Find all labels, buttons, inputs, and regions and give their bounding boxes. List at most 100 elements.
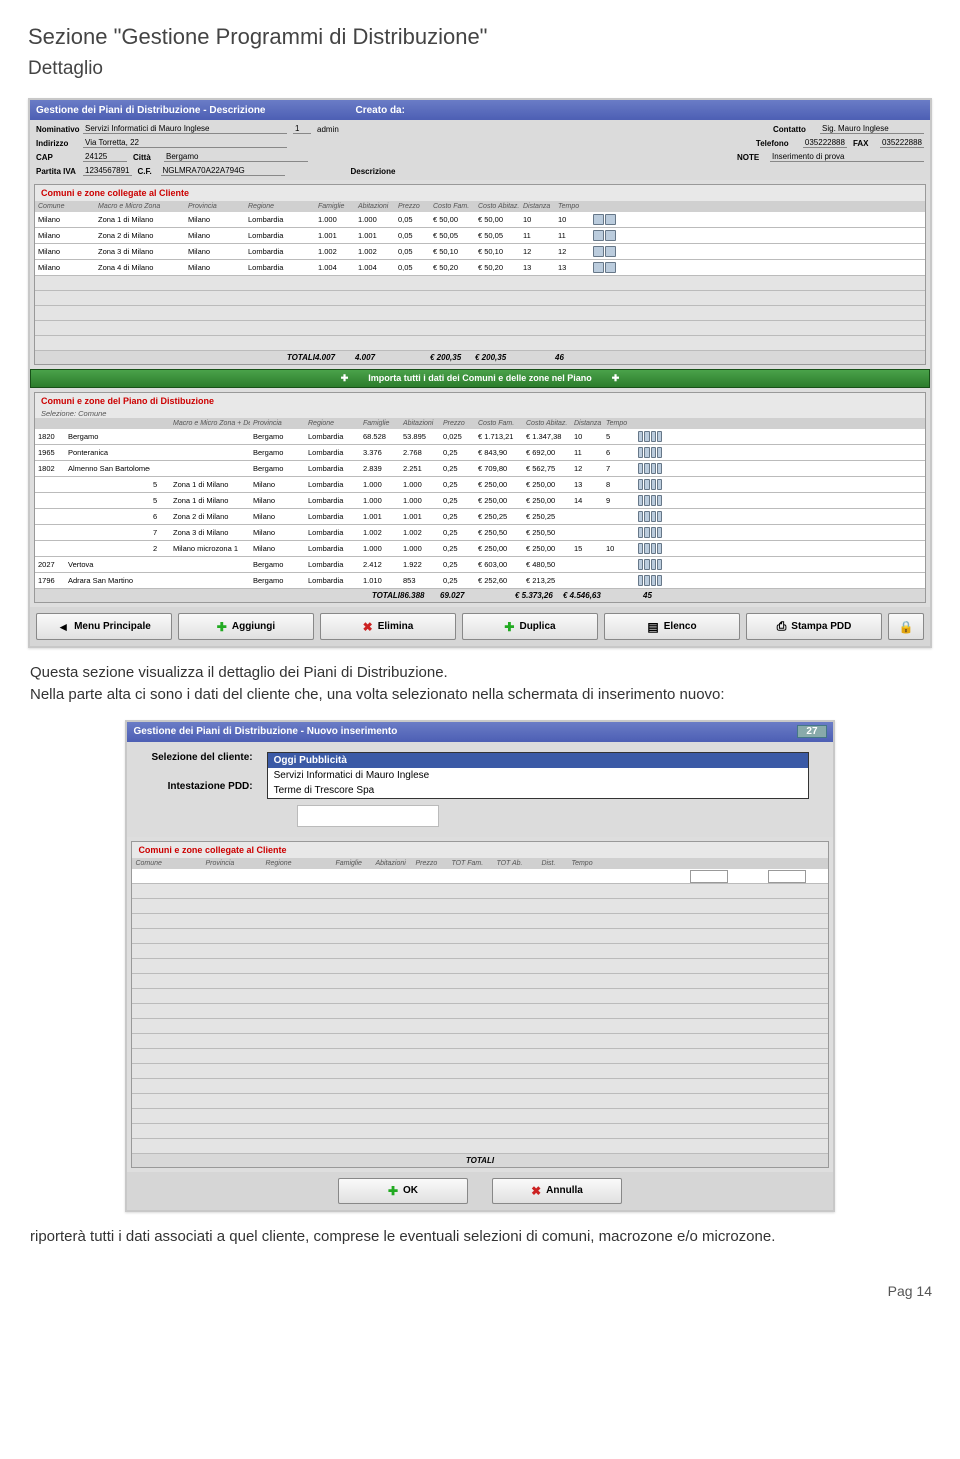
table-row: MilanoZona 4 di MilanoMilanoLombardia1.0…	[35, 260, 925, 276]
delete-icon: ✖	[363, 620, 373, 634]
telefono-label: Telefono	[756, 139, 800, 148]
table-row: 1802Almenno San BartolomeoBergamoLombard…	[35, 461, 925, 477]
cap-value: 24125	[83, 152, 127, 162]
piva-label: Partita IVA	[36, 167, 80, 176]
table-row: 1820BergamoBergamoLombardia68.52853.8950…	[35, 429, 925, 445]
record-badge: 27	[797, 725, 826, 738]
section-title: Sezione "Gestione Programmi di Distribuz…	[28, 24, 932, 50]
descrizione-label: Descrizione	[351, 167, 396, 176]
row-actions[interactable]	[635, 477, 665, 492]
delete-button[interactable]: ✖Elimina	[320, 613, 456, 640]
row-actions[interactable]	[635, 557, 665, 572]
panel1-header-row: ComuneMacro e Micro ZonaProvinciaRegione…	[35, 201, 925, 212]
dropdown-option[interactable]: Terme di Trescore Spa	[268, 783, 808, 798]
ok-button[interactable]: ✚OK	[338, 1178, 468, 1204]
row-actions[interactable]	[635, 541, 665, 556]
indirizzo-label: Indirizzo	[36, 139, 80, 148]
id-value: 1	[293, 124, 311, 134]
table-row: 2Milano microzona 1MilanoLombardia1.0001…	[35, 541, 925, 557]
selezione-cliente-label: Selezione del cliente:	[151, 752, 252, 763]
screenshot-nuovo-inserimento: Gestione dei Piani di Distribuzione - Nu…	[125, 720, 834, 1212]
note-value: Inserimento di prova	[770, 152, 924, 162]
intestazione-pdd-field[interactable]	[297, 805, 439, 827]
list-icon: ▤	[647, 620, 658, 634]
row-actions[interactable]	[590, 244, 620, 259]
admin-value: admin	[317, 125, 339, 134]
window-title-bar: Gestione dei Piani di Distribuzione - De…	[30, 100, 930, 120]
indirizzo-value: Via Torretta, 22	[83, 138, 287, 148]
row-actions[interactable]	[635, 525, 665, 540]
row-actions[interactable]	[635, 493, 665, 508]
selection-area: Selezione del cliente: Intestazione PDD:…	[127, 742, 832, 837]
import-bar[interactable]: ✚Importa tutti i dati dei Comuni e delle…	[30, 369, 930, 388]
row-actions[interactable]	[635, 573, 665, 588]
panel2-header-row: Macro e Micro Zona + DescrizioneProvinci…	[35, 418, 925, 429]
row-actions[interactable]	[590, 228, 620, 243]
cf-label: C.F.	[138, 167, 158, 176]
row-actions[interactable]	[635, 509, 665, 524]
panel2-title: Comuni e zone del Piano di Distibuzione	[35, 393, 925, 409]
page-number: Pag 14	[28, 1283, 932, 1299]
panel1-title: Comuni e zone collegate al Cliente	[35, 185, 925, 201]
panel-comuni-cliente: Comuni e zone collegate al Cliente Comun…	[34, 184, 926, 365]
dropdown-option[interactable]: Servizi Informatici di Mauro Inglese	[268, 768, 808, 783]
lock-button[interactable]: 🔒	[888, 613, 924, 640]
close-icon: ✖	[531, 1184, 541, 1198]
table-row: 7Zona 3 di MilanoMilanoLombardia1.0021.0…	[35, 525, 925, 541]
panel2b-title: Comuni e zone collegate al Cliente	[132, 842, 827, 858]
row-actions[interactable]	[635, 461, 665, 476]
list-button[interactable]: ▤Elenco	[604, 613, 740, 640]
fax-value: 035222888	[880, 138, 924, 148]
table-row: 5Zona 1 di MilanoMilanoLombardia1.0001.0…	[35, 493, 925, 509]
citta-label: Città	[133, 153, 161, 162]
screenshot-dettaglio: Gestione dei Piani di Distribuzione - De…	[28, 98, 932, 648]
table-row: 6Zona 2 di MilanoMilanoLombardia1.0011.0…	[35, 509, 925, 525]
bottom-button-bar-2: ✚OK ✖Annulla	[127, 1172, 832, 1210]
panel2-selection-label: Selezione: Comune	[35, 409, 925, 418]
row-actions[interactable]	[590, 212, 620, 227]
menu-button[interactable]: ◄Menu Principale	[36, 613, 172, 640]
panel2b-totals: TOTALI	[132, 1154, 827, 1167]
table-row: MilanoZona 3 di MilanoMilanoLombardia1.0…	[35, 244, 925, 260]
menu-icon: ◄	[57, 620, 69, 634]
table-row: 2027VertovaBergamoLombardia2.4121.9220,2…	[35, 557, 925, 573]
print-button[interactable]: ⎙Stampa PDD	[746, 613, 882, 640]
table-row: 1965PonteranicaBergamoLombardia3.3762.76…	[35, 445, 925, 461]
row-actions[interactable]	[635, 429, 665, 444]
row-actions[interactable]	[635, 445, 665, 460]
panel2b-header-row: ComuneProvinciaRegioneFamiglieAbitazioni…	[132, 858, 827, 869]
table-row: MilanoZona 1 di MilanoMilanoLombardia1.0…	[35, 212, 925, 228]
print-icon: ⎙	[777, 619, 787, 634]
nominativo-value: Servizi Informatici di Mauro Inglese	[83, 124, 287, 134]
window-title-bar-2: Gestione dei Piani di Distribuzione - Nu…	[127, 722, 832, 742]
piva-value: 1234567891	[83, 166, 132, 176]
table-row: MilanoZona 2 di MilanoMilanoLombardia1.0…	[35, 228, 925, 244]
nominativo-label: Nominativo	[36, 125, 80, 134]
row-actions[interactable]	[590, 260, 620, 275]
bottom-button-bar: ◄Menu Principale ✚Aggiungi ✖Elimina ✚Dup…	[30, 607, 930, 646]
panel2-totals: TOTALI86.38869.027€ 5.373,26€ 4.546,6345	[35, 589, 925, 602]
intro-paragraph: Questa sezione visualizza il dettaglio d…	[30, 662, 930, 706]
telefono-value: 035222888	[803, 138, 847, 148]
panel-piano-distribuzione: Comuni e zone del Piano di Distibuzione …	[34, 392, 926, 603]
window-title-2: Gestione dei Piani di Distribuzione - Nu…	[133, 726, 397, 737]
dropdown-option[interactable]: Oggi Pubblicità	[268, 753, 808, 768]
cf-value: NGLMRA70A22A794G	[161, 166, 285, 176]
note-label: NOTE	[737, 153, 767, 162]
client-header-fields: NominativoServizi Informatici di Mauro I…	[30, 120, 930, 180]
table-row: 5Zona 1 di MilanoMilanoLombardia1.0001.0…	[35, 477, 925, 493]
cancel-button[interactable]: ✖Annulla	[492, 1178, 622, 1204]
plus-icon: ✚	[217, 620, 227, 634]
citta-value: Bergamo	[164, 152, 308, 162]
duplicate-button[interactable]: ✚Duplica	[462, 613, 598, 640]
created-by-label: Creato da:	[356, 105, 405, 116]
add-button[interactable]: ✚Aggiungi	[178, 613, 314, 640]
plus-icon: ✚	[504, 620, 514, 634]
contatto-label: Contatto	[773, 125, 817, 134]
section-subtitle: Dettaglio	[28, 58, 932, 80]
cap-label: CAP	[36, 153, 80, 162]
cliente-dropdown[interactable]: Oggi Pubblicità Servizi Informatici di M…	[267, 752, 809, 799]
lock-icon: 🔒	[899, 620, 914, 634]
table-row: 1796Adrara San MartinoBergamoLombardia1.…	[35, 573, 925, 589]
intestazione-pdd-label: Intestazione PDD:	[151, 781, 252, 792]
